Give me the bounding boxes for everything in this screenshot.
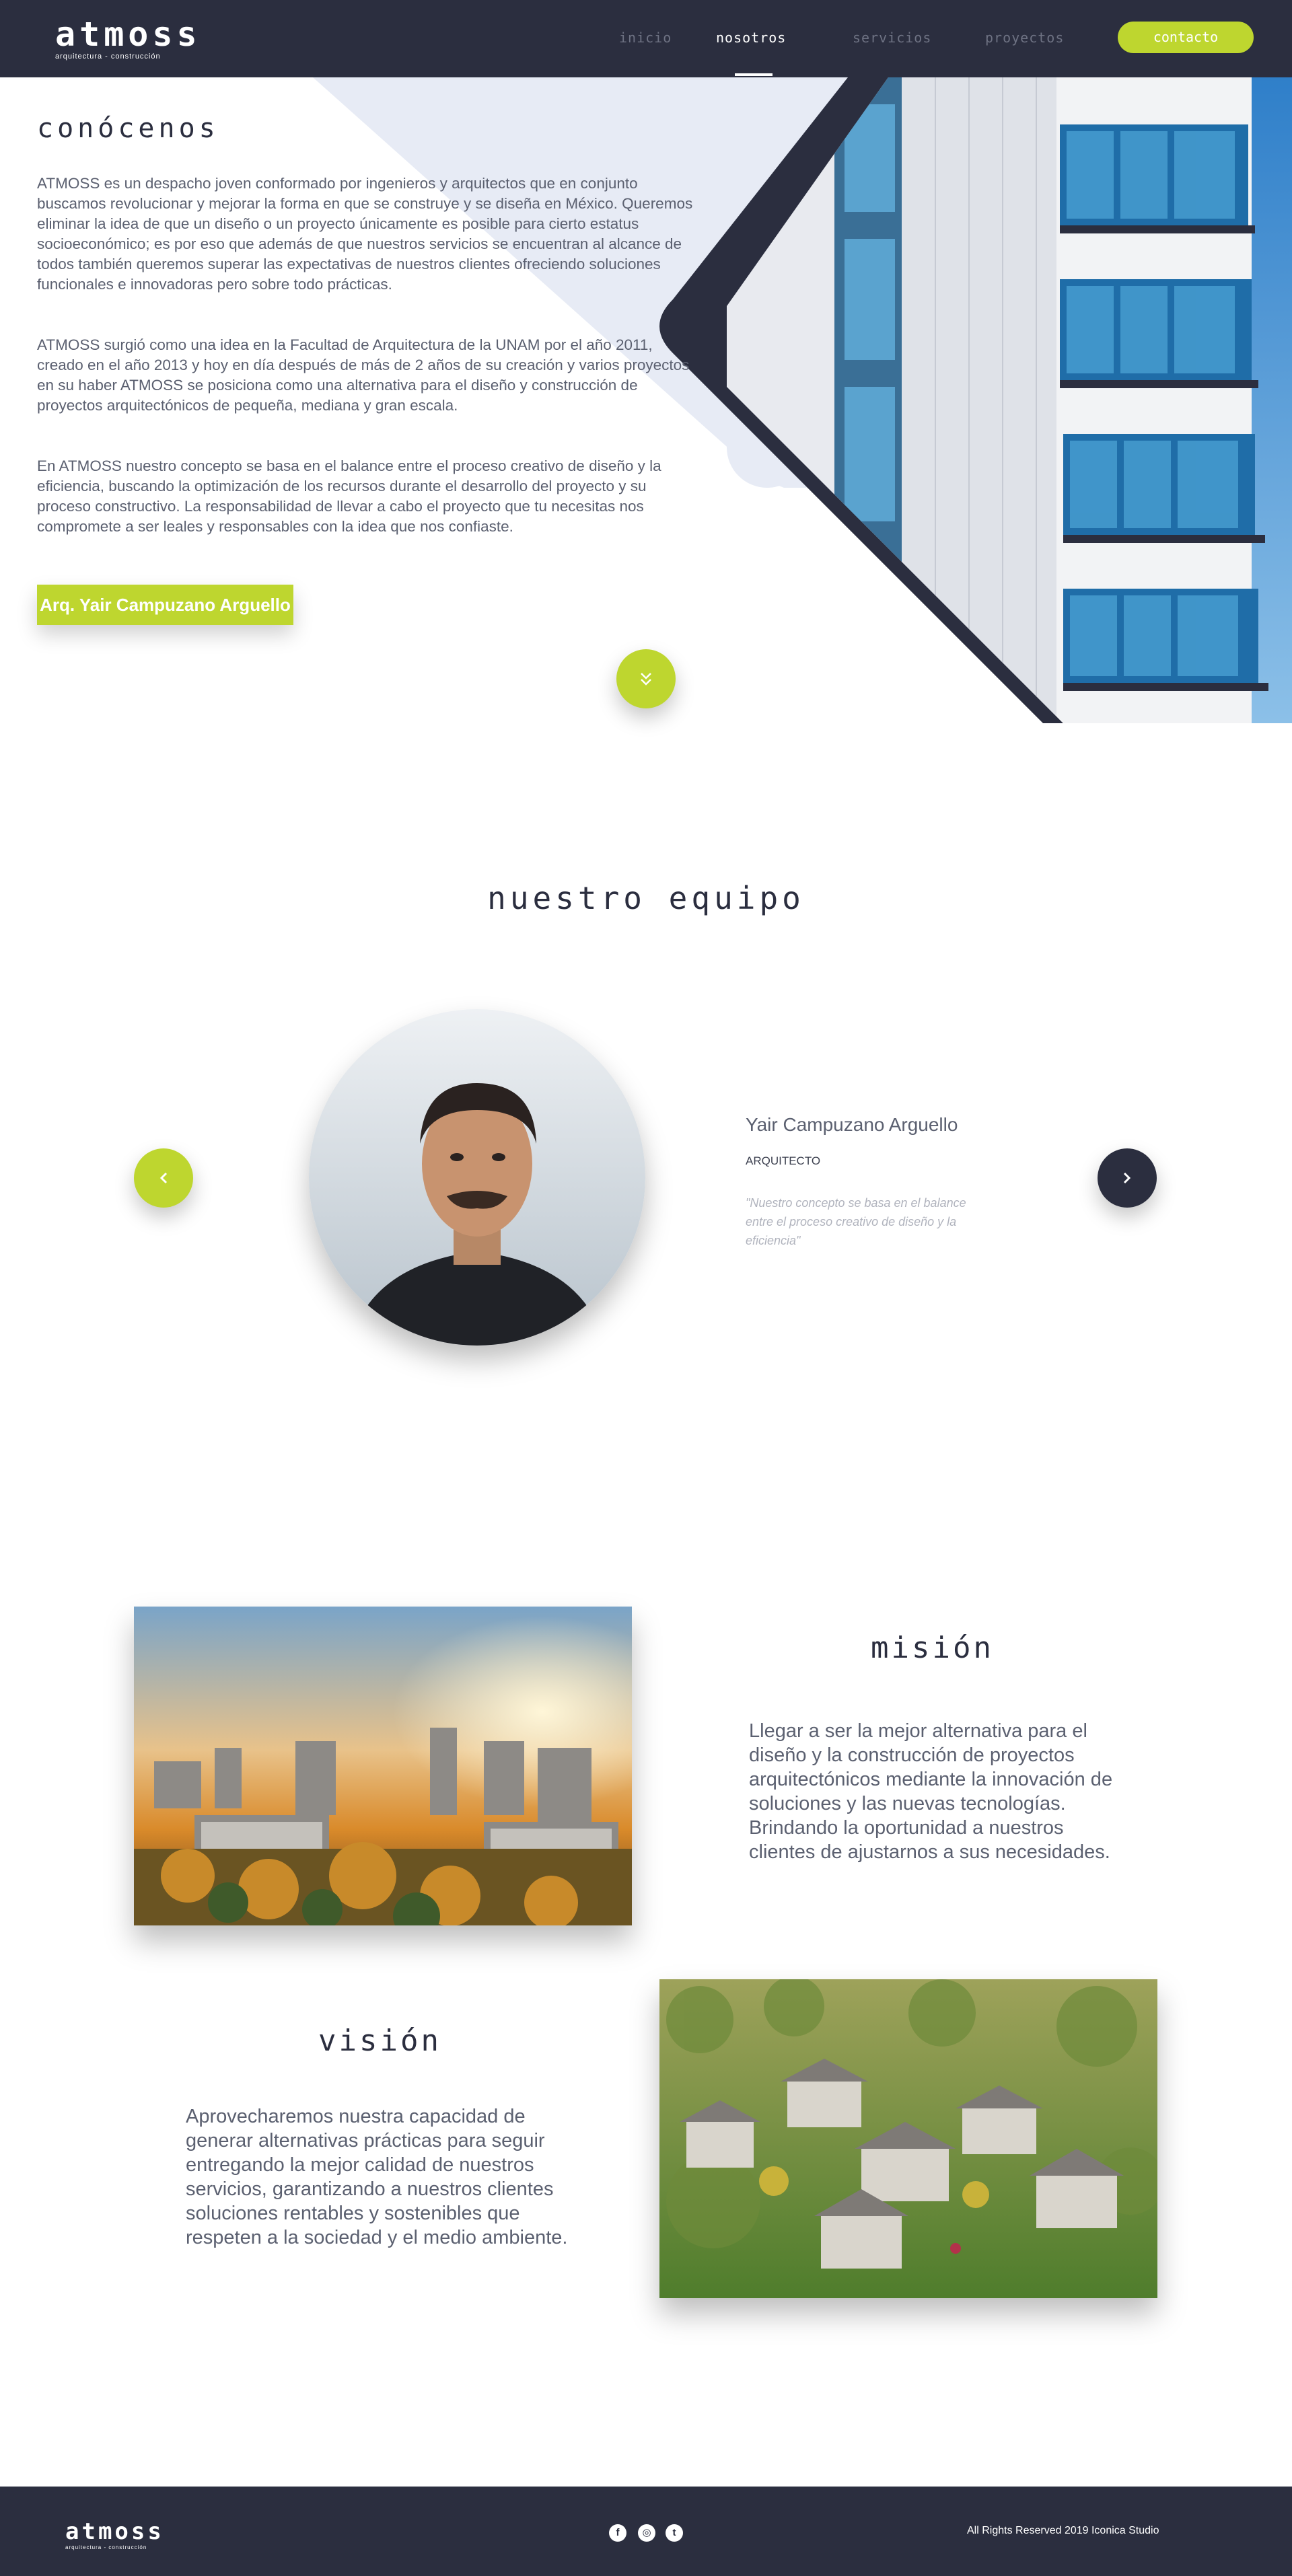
footer-logo[interactable]: atmoss arquitectura - construcción (65, 2520, 164, 2550)
team-member-role: ARQUITECTO (746, 1154, 821, 1167)
nav-proyectos[interactable]: proyectos (985, 30, 1064, 50)
city-sunset-image (134, 1607, 632, 1925)
footer-logo-wordmark: atmoss (65, 2518, 164, 2545)
facebook-icon[interactable]: f (609, 2524, 626, 2542)
portrait-image (309, 1009, 645, 1346)
active-nav-indicator (735, 73, 773, 76)
about-title: conócenos (37, 113, 219, 144)
team-member-photo (309, 1009, 645, 1346)
team-title: nuestro equipo (487, 880, 805, 916)
mission-title: misión (871, 1631, 994, 1665)
team-member-quote: "Nuestro concepto se basa en el balance … (746, 1196, 966, 1247)
contact-button[interactable]: contacto (1118, 22, 1254, 53)
carousel-next-button[interactable] (1098, 1148, 1157, 1208)
mission-image (134, 1607, 632, 1925)
chevron-left-icon (159, 1172, 168, 1184)
suburb-houses-image (659, 1979, 1157, 2298)
team-member-name: Yair Campuzano Arguello (746, 1114, 958, 1135)
vision-image (659, 1979, 1157, 2298)
carousel-prev-button[interactable] (134, 1148, 193, 1208)
instagram-icon[interactable]: ◎ (638, 2524, 655, 2542)
double-chevron-down-icon (641, 673, 651, 686)
about-paragraph-1: ATMOSS es un despacho joven conformado p… (37, 175, 693, 293)
top-navbar: atmoss arquitectura - construcción inici… (0, 0, 1292, 77)
copyright-text: All Rights Reserved 2019 Iconica Studio (967, 2525, 1159, 2536)
site-logo[interactable]: atmoss arquitectura - construcción (55, 15, 210, 61)
about-paragraph-2: ATMOSS surgió como una idea en la Facult… (37, 336, 690, 414)
vision-title: visión (318, 2024, 441, 2058)
twitter-icon[interactable]: t (666, 2524, 683, 2542)
logo-wordmark: atmoss (55, 15, 201, 54)
footer-logo-tagline: arquitectura - construcción (65, 2544, 147, 2550)
chevron-right-icon (1123, 1172, 1131, 1184)
nav-nosotros[interactable]: nosotros (716, 30, 786, 50)
nav-servicios[interactable]: servicios (853, 30, 931, 50)
nav-inicio[interactable]: inicio (619, 30, 672, 50)
architect-name-button[interactable]: Arq. Yair Campuzano Arguello (37, 585, 293, 625)
about-paragraph-3: En ATMOSS nuestro concepto se basa en el… (37, 457, 661, 535)
vision-text: Aprovecharemos nuestra capacidad de gene… (186, 2106, 568, 2248)
mission-text: Llegar a ser la mejor alternativa para e… (749, 1720, 1113, 1863)
site-footer: atmoss arquitectura - construcción f ◎ t… (0, 2487, 1292, 2576)
scroll-down-button[interactable] (616, 649, 676, 708)
